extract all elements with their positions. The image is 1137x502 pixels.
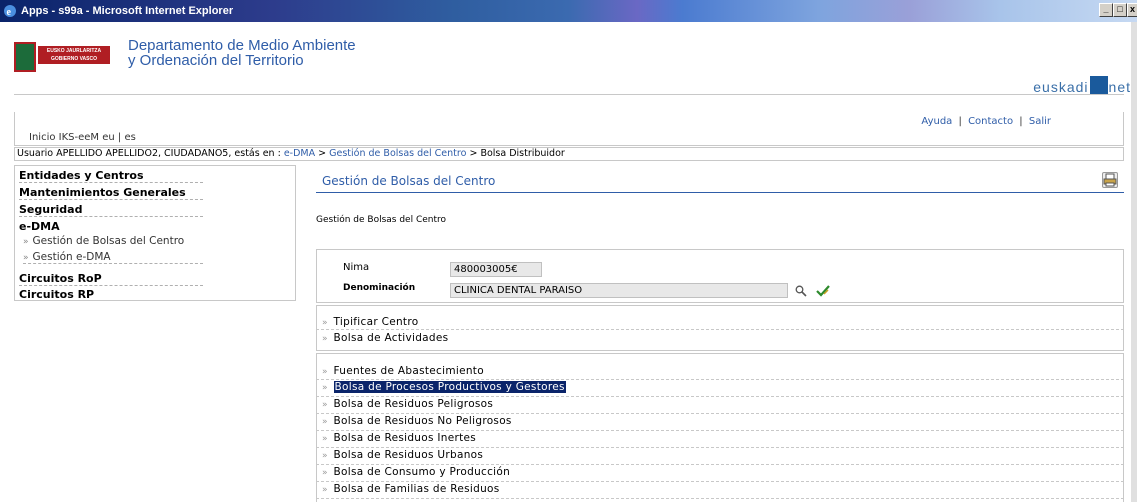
list-item-residuos-inertes[interactable]: » Bolsa de Residuos Inertes xyxy=(322,432,476,444)
close-button[interactable]: x xyxy=(1127,3,1137,17)
arrow-icon: » xyxy=(322,334,328,344)
sidebar-subitem-gestion-bolsas[interactable]: » Gestión de Bolsas del Centro xyxy=(23,235,203,247)
department-title: Departamento de Medio Ambiente y Ordenac… xyxy=(128,37,356,69)
arrow-icon: » xyxy=(322,485,328,495)
page-subtitle: Gestión de Bolsas del Centro xyxy=(316,215,447,225)
arrow-icon: » xyxy=(322,451,328,461)
centro-options-box xyxy=(316,305,1124,351)
sidebar-subitem-gestion-edma[interactable]: » Gestión e-DMA xyxy=(23,251,203,264)
arrow-icon: » xyxy=(322,417,328,427)
breadcrumb-edma[interactable]: e-DMA xyxy=(284,148,315,159)
main-content: Gestión de Bolsas del Centro Gestión de … xyxy=(316,165,1124,502)
maximize-button[interactable]: □ xyxy=(1113,3,1127,17)
minimize-button[interactable]: _ xyxy=(1099,3,1113,17)
arrow-icon: » xyxy=(23,253,29,263)
arrow-icon: » xyxy=(322,383,328,393)
list-item-bolsa-actividades[interactable]: » Bolsa de Actividades xyxy=(322,332,448,344)
denominacion-label: Denominación xyxy=(343,283,416,293)
list-item-procesos-productivos[interactable]: » Bolsa de Procesos Productivos y Gestore… xyxy=(322,381,566,393)
euskadi-square-icon xyxy=(1089,76,1108,94)
window-title: Apps - s99a - Microsoft Internet Explore… xyxy=(21,5,234,17)
exit-link[interactable]: Salir xyxy=(1029,116,1051,127)
window-titlebar: e Apps - s99a - Microsoft Internet Explo… xyxy=(0,0,1137,22)
list-item-tipificar-centro[interactable]: » Tipificar Centro xyxy=(322,316,418,328)
help-link[interactable]: Ayuda xyxy=(921,116,952,127)
top-links-bar: Inicio IKS-eeM eu | es Ayuda | Contacto … xyxy=(14,112,1124,146)
list-item-familias-residuos[interactable]: » Bolsa de Familias de Residuos xyxy=(322,483,500,495)
list-item-residuos-urbanos[interactable]: » Bolsa de Residuos Urbanos xyxy=(322,449,483,461)
sidebar-item-seguridad[interactable]: Seguridad xyxy=(19,203,203,217)
sidebar-item-circuitos-rop[interactable]: Circuitos RoP xyxy=(19,272,203,286)
breadcrumb-gestion-bolsas[interactable]: Gestión de Bolsas del Centro xyxy=(329,148,466,159)
arrow-icon: » xyxy=(322,318,328,328)
sidebar: Entidades y Centros Mantenimientos Gener… xyxy=(14,165,296,301)
title-underline xyxy=(316,192,1124,193)
centro-form: Nima 480003005€ Denominación CLINICA DEN… xyxy=(316,249,1124,303)
search-icon[interactable] xyxy=(795,285,807,297)
page-header: EUSKO JAURLARITZA GOBIERNO VASCO Departa… xyxy=(0,22,1137,100)
breadcrumb-current: Bolsa Distribuidor xyxy=(480,148,565,159)
user-info: Usuario APELLIDO APELLIDO2, CIUDADANO5, … xyxy=(17,148,281,159)
arrow-icon: » xyxy=(23,237,29,247)
divider xyxy=(14,94,1124,95)
arrow-icon: » xyxy=(322,468,328,478)
list-item-consumo-produccion[interactable]: » Bolsa de Consumo y Producción xyxy=(322,466,510,478)
emblem-icon xyxy=(14,42,36,72)
sidebar-item-mantenimientos[interactable]: Mantenimientos Generales xyxy=(19,186,203,200)
language-selector[interactable]: eu | es xyxy=(102,132,136,143)
nima-label: Nima xyxy=(343,262,370,273)
svg-text:e: e xyxy=(7,7,12,18)
page-title: Gestión de Bolsas del Centro xyxy=(322,174,496,188)
home-link[interactable]: Inicio IKS-eeM xyxy=(29,132,99,143)
breadcrumb: Usuario APELLIDO APELLIDO2, CIUDADANO5, … xyxy=(14,147,1124,161)
check-icon[interactable] xyxy=(816,285,830,297)
nima-field[interactable]: 480003005€ xyxy=(450,262,542,277)
denominacion-field[interactable]: CLINICA DENTAL PARAISO xyxy=(450,283,788,298)
vertical-scrollbar[interactable] xyxy=(1131,22,1137,502)
sidebar-item-circuitos-rp[interactable]: Circuitos RP xyxy=(19,288,203,301)
list-item-residuos-no-peligrosos[interactable]: » Bolsa de Residuos No Peligrosos xyxy=(322,415,512,427)
print-icon[interactable] xyxy=(1102,172,1118,188)
gobierno-vasco-logo[interactable]: EUSKO JAURLARITZA GOBIERNO VASCO xyxy=(14,42,114,72)
arrow-icon: » xyxy=(322,434,328,444)
sidebar-item-entidades[interactable]: Entidades y Centros xyxy=(19,169,203,183)
contact-link[interactable]: Contacto xyxy=(968,116,1013,127)
list-item-residuos-peligrosos[interactable]: » Bolsa de Residuos Peligrosos xyxy=(322,398,493,410)
sidebar-item-edma[interactable]: e-DMA xyxy=(19,220,203,233)
arrow-icon: » xyxy=(322,400,328,410)
arrow-icon: » xyxy=(322,367,328,377)
ie-icon: e xyxy=(3,4,17,18)
list-item-fuentes-abastecimiento[interactable]: » Fuentes de Abastecimiento xyxy=(322,365,484,377)
